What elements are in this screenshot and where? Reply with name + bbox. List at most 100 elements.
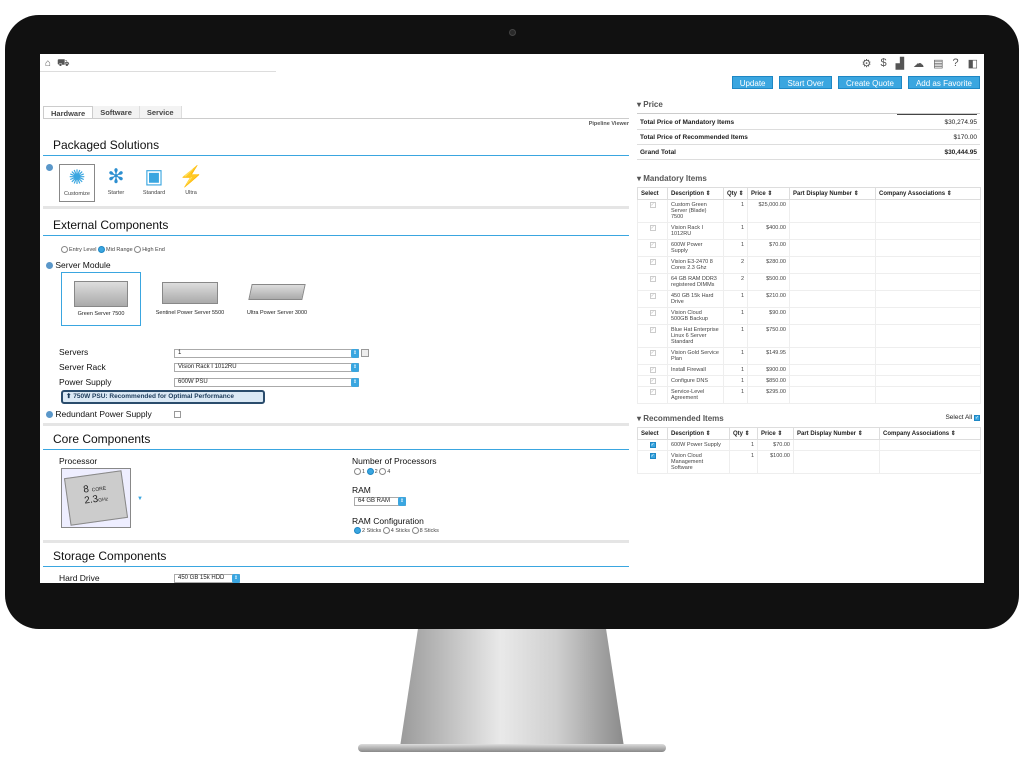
hard-drive-label: Hard Drive — [59, 573, 100, 583]
recommended-table: Select Description ⇕ Qty ⇕ Price ⇕ Part … — [637, 427, 981, 474]
select-checkbox[interactable]: ✓ — [649, 442, 656, 448]
select-checkbox[interactable]: ✓ — [649, 225, 656, 231]
select-checkbox[interactable]: ✓ — [649, 202, 656, 208]
mandatory-header[interactable]: ▾ Mandatory Items — [637, 174, 984, 183]
card-icon[interactable]: ▤ — [933, 57, 943, 70]
select-checkbox[interactable]: ✓ — [649, 259, 656, 265]
col-price[interactable]: Price ⇕ — [747, 187, 790, 200]
qty-cell: 1 — [723, 324, 748, 348]
info-icon[interactable] — [46, 262, 53, 270]
redundant-checkbox[interactable] — [174, 411, 181, 418]
package-starter[interactable]: ✻ Starter — [101, 164, 131, 196]
rack-select[interactable]: Vision Rack I 1012RU ⇕ — [174, 363, 359, 372]
col-select[interactable]: Select — [637, 427, 668, 440]
tab-service[interactable]: Service — [139, 106, 182, 118]
description-cell: Vision Cloud Management Software — [667, 450, 730, 474]
info-icon[interactable] — [46, 411, 53, 419]
select-arrow-icon: ⇕ — [232, 574, 240, 583]
processor-image[interactable]: 8 CORE 2.3GHz — [61, 468, 131, 528]
packaged-title: Packaged Solutions — [53, 138, 160, 152]
select-cell: ✓ — [637, 222, 668, 240]
price-cell: $100.00 — [757, 450, 794, 474]
radio-high[interactable] — [134, 246, 142, 253]
package-standard[interactable]: ▣ Standard — [136, 164, 172, 196]
dollar-icon[interactable]: $ — [880, 57, 886, 70]
col-description[interactable]: Description ⇕ — [667, 187, 724, 200]
help-icon[interactable]: ? — [952, 57, 958, 70]
price-header[interactable]: ▾ Price — [637, 100, 984, 109]
col-description[interactable]: Description ⇕ — [667, 427, 730, 440]
psu-select[interactable]: 600W PSU ⇕ — [174, 378, 359, 387]
gear-icon[interactable]: ⚙ — [862, 57, 872, 70]
select-checkbox[interactable]: ✓ — [649, 367, 656, 373]
product-sentinel-server[interactable]: Sentinel Power Server 5500 — [147, 272, 233, 326]
col-qty[interactable]: Qty ⇕ — [729, 427, 758, 440]
select-checkbox[interactable]: ✓ — [649, 350, 656, 356]
toolbox-icon: ▣ — [144, 166, 164, 188]
psu-recommendation[interactable]: ⬆ 750W PSU: Recommended for Optimal Perf… — [61, 390, 265, 404]
package-customize[interactable]: ✺ Customize — [59, 164, 95, 202]
col-part-number[interactable]: Part Display Number ⇕ — [793, 427, 880, 440]
radio-1[interactable] — [354, 468, 361, 475]
select-checkbox[interactable]: ✓ — [649, 378, 656, 384]
col-company[interactable]: Company Associations ⇕ — [875, 187, 981, 200]
col-part-number[interactable]: Part Display Number ⇕ — [789, 187, 876, 200]
company-cell — [875, 375, 981, 387]
tab-hardware[interactable]: Hardware — [43, 106, 94, 118]
truck-icon[interactable]: ⛟ — [57, 58, 70, 71]
processor-label: Processor — [59, 456, 98, 466]
part-number-cell — [789, 222, 876, 240]
info-icon[interactable] — [46, 164, 53, 171]
table-row: ✓ Install Firewall 1 $900.00 — [637, 364, 981, 376]
product-green-server[interactable]: Green Server 7500 — [61, 272, 141, 326]
chevron-down-icon[interactable]: ▼ — [137, 496, 143, 502]
servers-input[interactable]: 1 ⇕ — [174, 349, 359, 358]
package-ultra[interactable]: ⚡ Ultra — [176, 164, 206, 196]
add-favorite-button[interactable]: Add as Favorite — [907, 76, 980, 89]
psu-label: Power Supply — [59, 377, 112, 387]
hard-drive-select[interactable]: 450 GB 15k HDD ⇕ — [174, 574, 240, 583]
select-checkbox[interactable]: ✓ — [649, 453, 656, 459]
table-row: ✓ 64 GB RAM DDR3 registered DIMMs 2 $500.00 — [637, 273, 981, 291]
calculator-icon[interactable] — [361, 349, 369, 357]
select-checkbox[interactable]: ✓ — [649, 327, 656, 333]
home-icon[interactable]: ⌂ — [45, 58, 51, 71]
divider — [43, 423, 629, 426]
radio-4[interactable] — [379, 468, 387, 475]
col-select[interactable]: Select — [637, 187, 668, 200]
col-price[interactable]: Price ⇕ — [757, 427, 794, 440]
select-cell: ✓ — [637, 290, 668, 308]
radio-4-sticks[interactable] — [382, 527, 390, 534]
col-company[interactable]: Company Associations ⇕ — [879, 427, 981, 440]
select-all-checkbox[interactable]: ✓ — [974, 415, 980, 421]
start-over-button[interactable]: Start Over — [779, 76, 832, 89]
price-cell: $210.00 — [747, 290, 790, 308]
ram-select[interactable]: 64 GB RAM ⇕ — [354, 497, 406, 506]
qty-cell: 1 — [723, 290, 748, 308]
company-cell — [879, 439, 981, 451]
product-ultra-server[interactable]: Ultra Power Server 3000 — [239, 272, 315, 326]
tab-software[interactable]: Software — [93, 106, 140, 118]
radio-entry[interactable] — [61, 246, 68, 253]
select-checkbox[interactable]: ✓ — [649, 242, 656, 248]
company-cell — [875, 239, 981, 257]
select-checkbox[interactable]: ✓ — [649, 389, 656, 395]
radio-mid[interactable] — [98, 246, 106, 253]
part-number-cell — [789, 364, 876, 376]
signal-icon[interactable]: ▟ — [896, 57, 904, 70]
select-all[interactable]: Select All ✓ — [945, 414, 980, 423]
select-checkbox[interactable]: ✓ — [649, 293, 656, 299]
radio-8-sticks[interactable] — [411, 527, 419, 534]
chat-icon[interactable]: ☁ — [913, 57, 924, 70]
update-button[interactable]: Update — [731, 76, 774, 89]
recommended-header[interactable]: ▾ Recommended Items — [637, 414, 724, 423]
select-checkbox[interactable]: ✓ — [649, 310, 656, 316]
select-cell: ✓ — [637, 239, 668, 257]
radio-2-sticks[interactable] — [354, 527, 361, 534]
radio-2[interactable] — [366, 468, 374, 475]
col-qty[interactable]: Qty ⇕ — [723, 187, 748, 200]
pipeline-viewer-link[interactable]: Pipeline Viewer — [589, 121, 629, 127]
create-quote-button[interactable]: Create Quote — [837, 76, 902, 89]
panel-icon[interactable]: ◧ — [968, 57, 978, 70]
select-checkbox[interactable]: ✓ — [649, 276, 656, 282]
